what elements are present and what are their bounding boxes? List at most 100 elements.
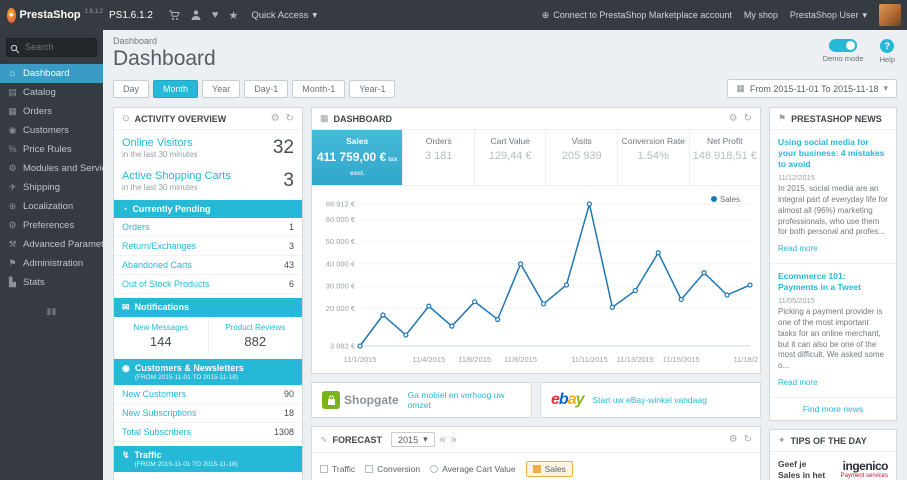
help-icon[interactable]: ? xyxy=(880,39,895,53)
new-subscriptions-link[interactable]: New Subscriptions xyxy=(122,408,197,418)
refresh-icon[interactable]: ↻ xyxy=(744,113,752,124)
sidebar-item-localization[interactable]: ⊕ Localization xyxy=(0,197,103,216)
legend-traffic-label: Traffic xyxy=(332,464,356,474)
refresh-icon[interactable]: ↻ xyxy=(744,434,752,445)
new-messages-label: New Messages xyxy=(133,323,189,332)
brand-version: 1.6.1.2 xyxy=(84,9,103,15)
forecast-icon: ∿ xyxy=(320,434,328,444)
star-icon[interactable]: ★ xyxy=(228,9,238,22)
news-item-excerpt: Picking a payment provider is one of the… xyxy=(778,307,884,371)
range-year-button[interactable]: Year xyxy=(202,79,241,98)
product-reviews-cell[interactable]: Product Reviews 882 xyxy=(207,317,303,355)
row-new-subscriptions: New Subscriptions 18 xyxy=(114,404,302,423)
customers-newsletters-subtitle: (FROM 2015-11-01 TO 2015-11-18) xyxy=(134,374,239,381)
forecast-legend: Traffic Conversion Average Cart Value Sa… xyxy=(312,453,760,480)
my-shop-link[interactable]: My shop xyxy=(744,10,778,20)
prestashop-gear-icon: ✦ xyxy=(7,7,16,23)
sidebar-item-orders[interactable]: ▦ Orders xyxy=(0,102,103,121)
sidebar-item-customers[interactable]: ◉ Customers xyxy=(0,121,103,140)
out-of-stock-link[interactable]: Out of Stock Products xyxy=(122,279,210,289)
total-subscribers-link[interactable]: Total Subscribers xyxy=(122,427,191,437)
cart-icon[interactable] xyxy=(168,9,180,21)
news-item-title[interactable]: Using social media for your business: 4 … xyxy=(778,137,888,170)
news-panel-title: PRESTASHOP NEWS xyxy=(791,113,882,124)
svg-text:66 912 €: 66 912 € xyxy=(326,200,356,209)
forecast-prev-button[interactable]: « xyxy=(440,434,446,446)
header-controls: Demo mode ? Help xyxy=(823,39,895,64)
abandoned-carts-link[interactable]: Abandoned Carts xyxy=(122,260,192,270)
average-cart-value-radio[interactable] xyxy=(430,465,439,473)
refresh-icon[interactable]: ↻ xyxy=(286,113,294,124)
customers-icon: ◉ xyxy=(8,124,17,135)
sidebar-item-shipping[interactable]: ✈ Shipping xyxy=(0,178,103,197)
sidebar-item-dashboard[interactable]: ⌂ Dashboard xyxy=(0,63,103,83)
quick-access-label: Quick Access xyxy=(251,9,309,21)
sidebar-item-advanced-parameters[interactable]: ⚒ Advanced Parameters xyxy=(0,235,103,254)
google-analytics-link[interactable]: Link to your Google Analytics account xyxy=(114,472,302,480)
globe-icon: ⊕ xyxy=(541,9,550,20)
kpi-conversion-rate[interactable]: Conversion Rate 1.54% xyxy=(618,130,690,185)
range-month-button[interactable]: Month xyxy=(153,79,199,98)
sidebar-item-administration[interactable]: ⚑ Administration xyxy=(0,254,103,273)
range-year-1-button[interactable]: Year-1 xyxy=(349,79,396,98)
new-customers-link[interactable]: New Customers xyxy=(122,389,186,399)
sidebar-item-catalog[interactable]: ▤ Catalog xyxy=(0,83,103,102)
heart-icon[interactable]: ♥ xyxy=(212,9,219,21)
ebay-link[interactable]: Start uw eBay-winkel vandaag xyxy=(593,395,707,405)
user-menu[interactable]: PrestaShop User ▾ xyxy=(790,10,867,21)
conversion-checkbox[interactable] xyxy=(365,465,374,473)
legend-average-cart-value[interactable]: Average Cart Value xyxy=(430,464,516,474)
sidebar-collapse-button[interactable]: ▮▮ xyxy=(0,306,103,317)
demo-mode-label: Demo mode xyxy=(822,54,864,63)
online-visitors-link[interactable]: Online Visitors xyxy=(122,137,273,149)
sales-swatch xyxy=(532,465,541,473)
kpi-sales[interactable]: Sales 411 759,00 € tax excl. xyxy=(312,130,404,185)
new-messages-cell[interactable]: New Messages 144 xyxy=(114,317,208,355)
marketplace-link[interactable]: ⊕ Connect to PrestaShop Marketplace acco… xyxy=(542,10,732,21)
range-month-1-button[interactable]: Month-1 xyxy=(292,79,346,98)
range-day-button[interactable]: Day xyxy=(113,79,150,98)
dashboard-panel: ▦ DASHBOARD ⚙ ↻ Sales 411 759,00 € tax ex… xyxy=(311,107,766,374)
svg-text:30 000 €: 30 000 € xyxy=(326,282,356,291)
orders-link[interactable]: Orders xyxy=(122,222,150,232)
legend-traffic[interactable]: Traffic xyxy=(320,464,355,474)
customers-newsletters-title: Customers & Newsletters xyxy=(134,363,244,373)
legend-conversion[interactable]: Conversion xyxy=(365,464,420,474)
forecast-year-select[interactable]: 2015 ▾ xyxy=(391,432,435,447)
kpi-net-profit[interactable]: Net Profit 148 918,51 € xyxy=(690,130,761,185)
ebay-promo[interactable]: ebay Start uw eBay-winkel vandaag xyxy=(540,382,761,418)
notifications-header: ✉ Notifications xyxy=(114,298,302,317)
gear-icon[interactable]: ⚙ xyxy=(729,434,738,445)
forecast-next-button[interactable]: » xyxy=(451,434,457,446)
returns-link[interactable]: Return/Exchanges xyxy=(122,241,196,251)
person-icon[interactable] xyxy=(190,9,202,21)
active-carts-link[interactable]: Active Shopping Carts xyxy=(122,170,283,182)
quick-access-menu[interactable]: Quick Access ▾ xyxy=(251,10,317,21)
shopgate-link[interactable]: Ga mobiel en verhoog uw omzet xyxy=(408,390,521,410)
catalog-icon: ▤ xyxy=(8,86,17,97)
sidebar-item-stats[interactable]: ▙ Stats xyxy=(0,273,103,292)
gear-icon[interactable]: ⚙ xyxy=(729,113,738,124)
avatar[interactable] xyxy=(879,4,901,26)
news-item-title[interactable]: Ecommerce 101: Payments in a Tweet xyxy=(778,271,888,293)
stats-icon: ▙ xyxy=(9,276,16,287)
read-more-link[interactable]: Read more xyxy=(778,378,818,387)
gear-icon[interactable]: ⚙ xyxy=(271,113,280,124)
traffic-checkbox[interactable] xyxy=(320,465,328,473)
kpi-cart-value[interactable]: Cart Value 129,44 € xyxy=(475,130,547,185)
sidebar-item-price-rules[interactable]: % Price Rules xyxy=(0,140,103,159)
prestashop-logo[interactable]: ✦ PrestaShop 1.6.1.2 xyxy=(0,7,103,23)
legend-sales[interactable]: Sales xyxy=(525,461,573,477)
find-more-news-link[interactable]: Find more news xyxy=(770,398,896,420)
demo-mode-toggle[interactable] xyxy=(829,39,858,52)
kpi-orders[interactable]: Orders 3 181 xyxy=(403,130,475,185)
range-day-1-button[interactable]: Day-1 xyxy=(244,79,289,98)
currently-pending-header: ◔ Currently Pending xyxy=(114,200,302,218)
date-range-picker[interactable]: ▦ From 2015-11-01 To 2015-11-18 ▾ xyxy=(727,79,897,98)
shopgate-promo[interactable]: Shopgate Ga mobiel en verhoog uw omzet xyxy=(311,382,532,418)
sidebar-item-preferences[interactable]: ⚙ Preferences xyxy=(0,216,103,235)
kpi-visits[interactable]: Visits 205 939 xyxy=(546,130,618,185)
sidebar-item-modules[interactable]: ⚙ Modules and Services xyxy=(0,159,103,178)
read-more-link[interactable]: Read more xyxy=(778,244,818,253)
preferences-icon: ⚙ xyxy=(8,219,17,230)
